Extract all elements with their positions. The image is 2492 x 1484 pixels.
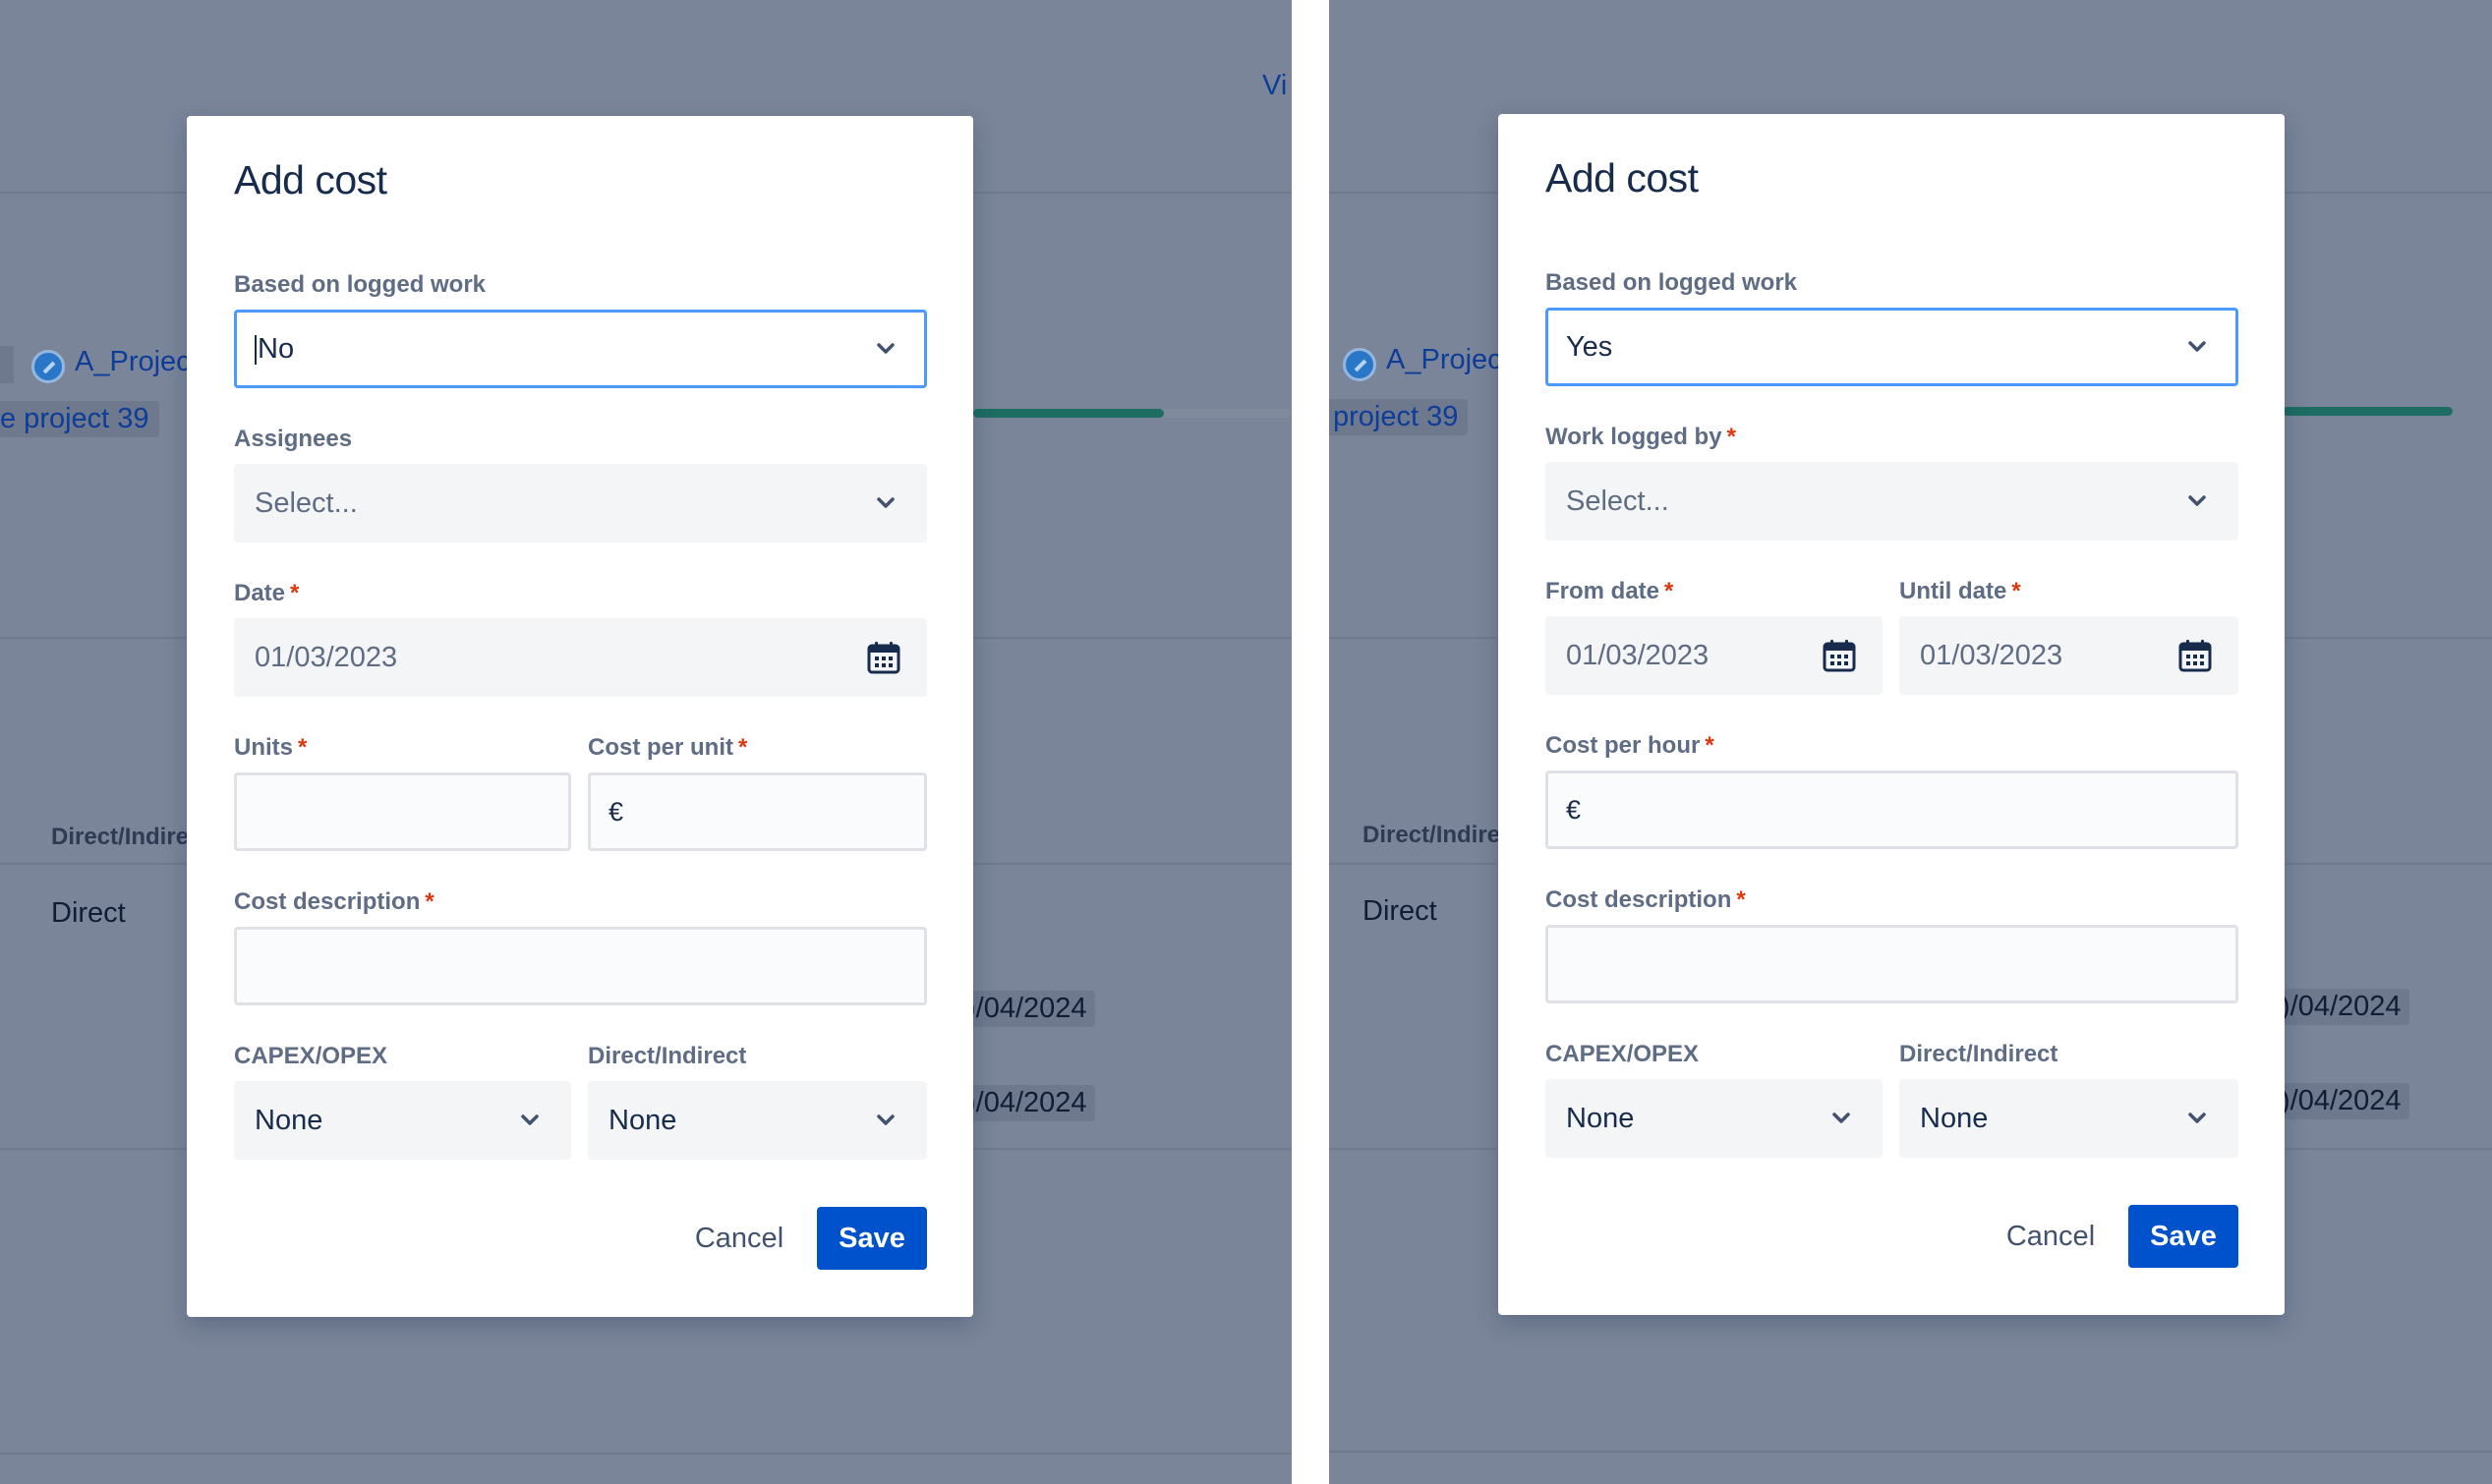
add-cost-dialog: Add cost Based on logged work No Assigne… (187, 116, 973, 1317)
chevron-down-icon (519, 1110, 541, 1131)
save-button[interactable]: Save (2128, 1205, 2238, 1268)
background-chip-edge (0, 346, 14, 383)
left-screenshot-panel: Vi A_Projec e project 39 Direct/Indire D… (0, 0, 1292, 1484)
field-label: Assignees (234, 426, 353, 452)
text-cursor (255, 334, 257, 365)
field-label: CAPEX/OPEX (1545, 1041, 1700, 1067)
project-avatar-icon (31, 349, 65, 383)
chevron-down-icon (875, 338, 897, 360)
background-date-chip: )/04/2024 (958, 1085, 1095, 1121)
dialog-title: Add cost (1545, 155, 1699, 200)
chevron-down-icon (1830, 1108, 1852, 1129)
background-progress-bar (973, 409, 1292, 418)
add-cost-dialog: Add cost Based on logged work Yes Work l… (1498, 114, 2285, 1315)
background-progress-fill (973, 409, 1165, 418)
cost-per-hour-input[interactable]: € (1545, 771, 2238, 849)
chevron-down-icon (875, 492, 897, 514)
field-label: Cost description * (234, 888, 435, 915)
project-avatar-icon (1343, 347, 1376, 381)
dialog-title: Add cost (234, 157, 387, 202)
field-label: Based on logged work (234, 271, 487, 298)
background-divider (0, 1453, 1292, 1455)
cost-description-input[interactable] (234, 927, 927, 1005)
field-label: Date * (234, 580, 300, 606)
chevron-down-icon (2186, 490, 2208, 512)
field-label: Direct/Indirect (588, 1043, 747, 1069)
view-link[interactable]: Vi (1262, 70, 1287, 102)
euro-currency-icon: € (609, 796, 624, 827)
work-logged-by-select[interactable]: Select... (1545, 462, 2238, 541)
calendar-icon[interactable] (2176, 637, 2214, 674)
background-project-link[interactable]: A_Projec (1343, 344, 1502, 381)
field-label: Direct/Indirect (1899, 1041, 2058, 1067)
from-date-picker[interactable]: 01/03/2023 (1545, 616, 1883, 695)
calendar-icon[interactable] (865, 639, 902, 676)
cost-description-input[interactable] (1545, 925, 2238, 1003)
field-label: Cost per unit * (588, 734, 748, 761)
cancel-button[interactable]: Cancel (672, 1207, 806, 1270)
field-label: From date * (1545, 578, 1674, 604)
background-project-tag[interactable]: e project 39 (0, 401, 159, 437)
date-picker[interactable]: 01/03/2023 (234, 618, 927, 697)
chevron-down-icon (875, 1110, 897, 1131)
field-label: Work logged by * (1545, 424, 1736, 450)
right-screenshot-panel: A_Projec project 39 Direct/Indire Direct… (1329, 0, 2492, 1484)
calendar-icon[interactable] (1821, 637, 1858, 674)
field-label: Cost per hour * (1545, 732, 1714, 759)
field-label: Units * (234, 734, 308, 761)
background-date-chip: )/04/2024 (2273, 1083, 2409, 1119)
based-on-logged-work-select[interactable]: Yes (1545, 308, 2238, 386)
background-date-chip: )/04/2024 (958, 991, 1095, 1027)
chevron-down-icon (2186, 1108, 2208, 1129)
field-label: Cost description * (1545, 886, 1746, 913)
background-column-header: Direct/Indire (1362, 822, 1501, 848)
save-button[interactable]: Save (817, 1207, 927, 1270)
background-project-link[interactable]: A_Projec (31, 346, 191, 383)
based-on-logged-work-select[interactable]: No (234, 310, 927, 388)
field-label: CAPEX/OPEX (234, 1043, 388, 1069)
background-divider (1329, 1451, 2492, 1453)
background-column-header: Direct/Indire (51, 824, 190, 850)
capex-opex-select[interactable]: None (234, 1081, 571, 1160)
field-label: Until date * (1899, 578, 2021, 604)
euro-currency-icon: € (1566, 794, 1582, 825)
cancel-button[interactable]: Cancel (1984, 1205, 2117, 1268)
background-row-type: Direct (1362, 895, 1437, 927)
background-date-chip: )/04/2024 (2273, 989, 2409, 1025)
background-progress-fill (2283, 407, 2453, 416)
background-progress-bar (2283, 407, 2453, 416)
background-row-type: Direct (51, 897, 126, 929)
background-project-tag[interactable]: project 39 (1329, 399, 1469, 435)
cost-per-unit-input[interactable]: € (588, 772, 927, 851)
direct-indirect-select[interactable]: None (1899, 1079, 2238, 1158)
field-label: Based on logged work (1545, 269, 1798, 296)
direct-indirect-select[interactable]: None (588, 1081, 927, 1160)
capex-opex-select[interactable]: None (1545, 1079, 1883, 1158)
chevron-down-icon (2186, 336, 2208, 358)
assignees-select[interactable]: Select... (234, 464, 927, 542)
units-input[interactable] (234, 772, 571, 851)
until-date-picker[interactable]: 01/03/2023 (1899, 616, 2238, 695)
